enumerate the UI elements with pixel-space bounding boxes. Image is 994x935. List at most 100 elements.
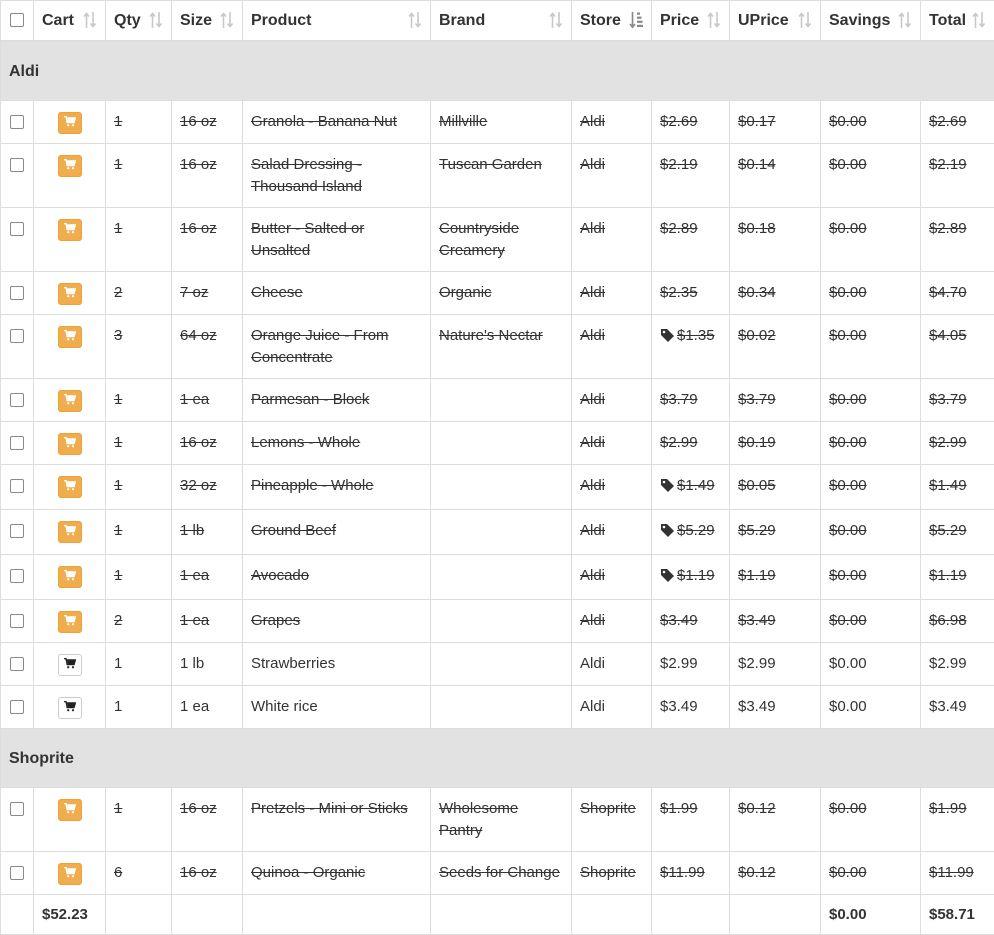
col-label-cart: Cart (42, 12, 74, 29)
col-header-uprice[interactable]: UPrice (730, 1, 821, 42)
cart-cell (34, 422, 106, 465)
cart-total: $52.23 (34, 895, 106, 935)
cell-size: 1 lb (172, 643, 243, 686)
cell-savings: $0.00 (821, 144, 921, 208)
row-checkbox[interactable] (10, 524, 24, 538)
select-all-checkbox[interactable] (10, 13, 24, 27)
cart-toggle-button[interactable] (58, 155, 82, 177)
total-value: $6.98 (929, 612, 967, 629)
cell-total: $1.49 (921, 465, 994, 510)
cell-product: Strawberries (243, 643, 431, 686)
row-checkbox[interactable] (10, 614, 24, 628)
cell-product: Cheese (243, 272, 431, 315)
price-tag-icon (660, 478, 675, 500)
price-value: $1.35 (677, 327, 715, 344)
price-tag-icon (660, 568, 675, 590)
row-checkbox[interactable] (10, 286, 24, 300)
savings-value: $0.00 (829, 522, 867, 539)
row-checkbox[interactable] (10, 329, 24, 343)
brand-value: Seeds for Change (439, 864, 560, 881)
uprice-value: $3.49 (738, 612, 776, 629)
row-checkbox[interactable] (10, 569, 24, 583)
col-header-size[interactable]: Size (172, 1, 243, 42)
cart-toggle-button[interactable] (58, 863, 82, 885)
sort-icon[interactable] (408, 11, 422, 29)
brand-value: Wholesome Pantry (439, 800, 518, 839)
col-header-qty[interactable]: Qty (106, 1, 172, 42)
sort-icon[interactable] (149, 11, 163, 29)
savings-value: $0.00 (829, 567, 867, 584)
cart-toggle-button[interactable] (58, 476, 82, 498)
uprice-value: $3.79 (738, 391, 776, 408)
cell-price: $3.79 (652, 379, 730, 422)
cell-uprice: $0.34 (730, 272, 821, 315)
row-checkbox[interactable] (10, 158, 24, 172)
cell-size: 16 oz (172, 101, 243, 144)
sort-icon[interactable] (972, 11, 986, 29)
col-header-total[interactable]: Total (921, 1, 994, 42)
qty-value: 1 (114, 522, 122, 539)
group-header-row: Aldi (1, 41, 994, 101)
savings-value: $0.00 (829, 220, 867, 237)
cart-toggle-button[interactable] (58, 112, 82, 134)
col-header-price[interactable]: Price (652, 1, 730, 42)
cell-uprice: $5.29 (730, 510, 821, 555)
row-checkbox[interactable] (10, 222, 24, 236)
cart-toggle-button[interactable] (58, 326, 82, 348)
cell-brand (431, 379, 572, 422)
uprice-value: $0.19 (738, 434, 776, 451)
cart-cell (34, 852, 106, 895)
cart-icon (59, 159, 81, 170)
cart-icon (59, 658, 81, 669)
sort-ascending-icon[interactable] (629, 11, 643, 29)
cell-total: $2.99 (921, 643, 994, 686)
sort-icon[interactable] (798, 11, 812, 29)
cell-price: $2.89 (652, 208, 730, 272)
product-value: Pretzels - Mini or Sticks (251, 800, 408, 817)
cell-price: $2.69 (652, 101, 730, 144)
cart-toggle-button[interactable] (58, 611, 82, 633)
store-value: Aldi (580, 327, 605, 344)
col-header-brand[interactable]: Brand (431, 1, 572, 42)
col-header-cart[interactable]: Cart (34, 1, 106, 42)
cell-product: Orange Juice - From Concentrate (243, 315, 431, 379)
price-value: $1.99 (660, 800, 698, 817)
cart-toggle-button[interactable] (58, 283, 82, 305)
cell-uprice: $1.19 (730, 555, 821, 600)
row-checkbox[interactable] (10, 393, 24, 407)
cart-toggle-button[interactable] (58, 433, 82, 455)
sort-icon[interactable] (83, 11, 97, 29)
sort-icon[interactable] (898, 11, 912, 29)
cart-toggle-button[interactable] (58, 697, 82, 719)
row-checkbox[interactable] (10, 657, 24, 671)
cell-total: $3.79 (921, 379, 994, 422)
col-header-product[interactable]: Product (243, 1, 431, 42)
cart-cell (34, 643, 106, 686)
cart-toggle-button[interactable] (58, 566, 82, 588)
cart-icon (59, 525, 81, 536)
cart-toggle-button[interactable] (58, 390, 82, 412)
cart-toggle-button[interactable] (58, 654, 82, 676)
row-checkbox[interactable] (10, 436, 24, 450)
cell-uprice: $0.12 (730, 852, 821, 895)
sort-icon[interactable] (549, 11, 563, 29)
col-header-store[interactable]: Store (572, 1, 652, 42)
cell-total: $1.99 (921, 788, 994, 852)
col-header-savings[interactable]: Savings (821, 1, 921, 42)
row-checkbox[interactable] (10, 479, 24, 493)
table-row: 11 lbGround BeefAldi$5.29$5.29$0.00$5.29 (1, 510, 994, 555)
cart-toggle-button[interactable] (58, 219, 82, 241)
price-value: $2.99 (660, 655, 698, 672)
row-checkbox[interactable] (10, 115, 24, 129)
brand-value: Nature's Nectar (439, 327, 543, 344)
row-checkbox[interactable] (10, 802, 24, 816)
cart-toggle-button[interactable] (58, 799, 82, 821)
sort-icon[interactable] (220, 11, 234, 29)
sort-icon[interactable] (707, 11, 721, 29)
row-checkbox[interactable] (10, 700, 24, 714)
row-select-cell (1, 208, 34, 272)
col-label-total: Total (929, 12, 966, 29)
col-label-price: Price (660, 12, 699, 29)
product-value: White rice (251, 698, 318, 715)
cart-toggle-button[interactable] (58, 521, 82, 543)
